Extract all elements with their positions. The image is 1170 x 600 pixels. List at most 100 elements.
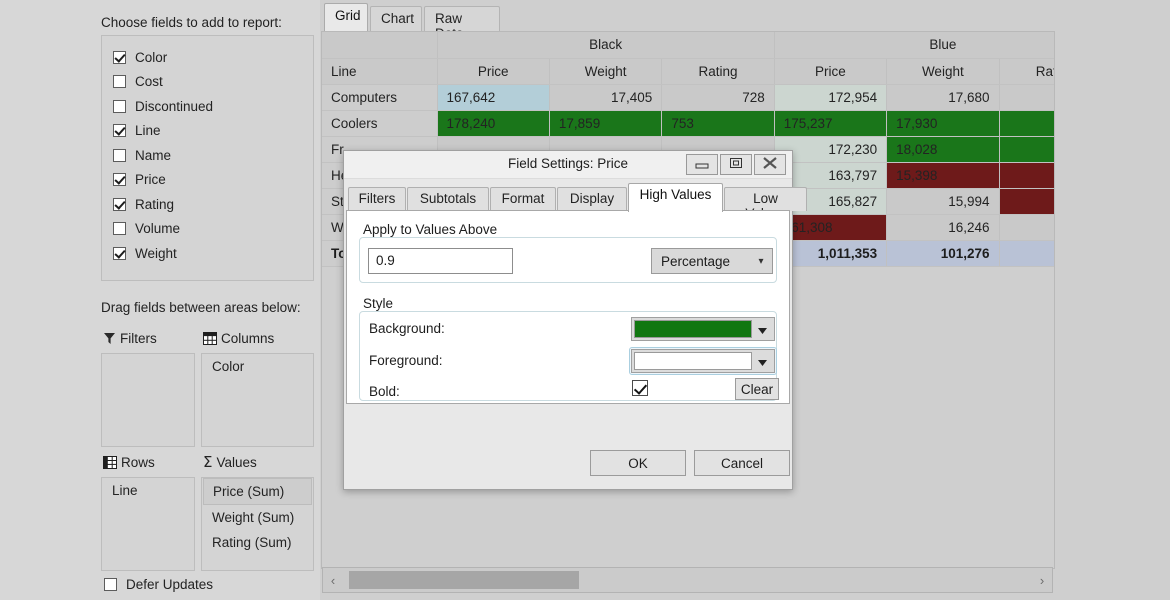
field-checkbox-line[interactable]: [113, 124, 126, 138]
close-button[interactable]: [754, 154, 786, 175]
columns-chip-color[interactable]: Color: [202, 354, 313, 379]
data-cell[interactable]: [999, 214, 1054, 241]
data-cell[interactable]: 17,405: [549, 84, 663, 111]
data-cell[interactable]: 17,859: [549, 110, 663, 137]
values-chip-rating[interactable]: Rating (Sum): [202, 530, 313, 555]
data-cell[interactable]: [999, 84, 1054, 111]
field-checkbox-volume[interactable]: [113, 222, 126, 236]
field-item-color[interactable]: Color: [113, 45, 313, 70]
field-checkbox-rating[interactable]: [113, 197, 126, 211]
header-black-weight[interactable]: Weight: [549, 58, 663, 85]
values-chip-price[interactable]: Price (Sum): [203, 478, 312, 505]
header-black-rating[interactable]: Rating: [661, 58, 775, 85]
row-header-cell[interactable]: Computers: [322, 84, 438, 111]
dialog-tab-subtotals[interactable]: Subtotals: [407, 187, 489, 211]
scrollbar-track[interactable]: [343, 570, 1032, 590]
data-cell[interactable]: [999, 162, 1054, 189]
field-item-rating[interactable]: Rating: [113, 192, 313, 217]
style-section-legend: Style: [363, 296, 394, 311]
field-checkbox-name[interactable]: [113, 148, 126, 162]
data-cell[interactable]: 178,240: [437, 110, 550, 137]
header-blue-rating[interactable]: Rating: [999, 58, 1054, 85]
scrollbar-thumb[interactable]: [349, 571, 579, 589]
data-cell[interactable]: [999, 188, 1054, 215]
header-blue-price[interactable]: Price: [774, 58, 888, 85]
defer-updates-row[interactable]: Defer Updates: [104, 578, 213, 592]
field-item-line[interactable]: Line: [113, 119, 313, 144]
data-cell[interactable]: 15,398: [886, 162, 1000, 189]
threshold-input[interactable]: [368, 248, 513, 274]
field-item-cost[interactable]: Cost: [113, 70, 313, 95]
close-icon: [762, 157, 778, 172]
minimize-button[interactable]: [686, 154, 718, 175]
data-cell[interactable]: 167,642: [437, 84, 550, 111]
table-row[interactable]: Coolers 178,240 17,859 753 175,237 17,930: [322, 110, 1054, 137]
apply-section-legend: Apply to Values Above: [363, 222, 498, 237]
data-cell[interactable]: 18,028: [886, 136, 1000, 163]
field-checkbox-cost[interactable]: [113, 75, 126, 89]
tab-raw-data[interactable]: Raw Data: [424, 6, 500, 41]
threshold-mode-select[interactable]: Percentage ▾: [651, 248, 773, 274]
horizontal-scrollbar[interactable]: ‹ ›: [322, 567, 1053, 593]
dialog-tab-low-values[interactable]: Low Values: [724, 187, 807, 221]
header-black-price[interactable]: Price: [437, 58, 550, 85]
row-header-cell[interactable]: Coolers: [322, 110, 438, 137]
data-cell[interactable]: 4: [999, 240, 1054, 267]
field-checkbox-discontinued[interactable]: [113, 99, 126, 113]
columns-drop-area[interactable]: Color: [201, 353, 314, 447]
application-window: Choose fields to add to report: Color Cos…: [0, 0, 1170, 600]
tab-chart[interactable]: Chart: [370, 6, 422, 32]
restore-button[interactable]: [720, 154, 752, 175]
data-cell[interactable]: 753: [661, 110, 775, 137]
data-cell[interactable]: [999, 110, 1054, 137]
field-checkbox-color[interactable]: [113, 50, 126, 64]
foreground-color-picker[interactable]: [631, 349, 775, 373]
data-cell[interactable]: [999, 136, 1054, 163]
data-cell[interactable]: 728: [661, 84, 775, 111]
data-cell[interactable]: 16,246: [886, 214, 1000, 241]
dialog-tab-display[interactable]: Display: [557, 187, 627, 211]
data-cell[interactable]: 175,237: [774, 110, 888, 137]
ok-button[interactable]: OK: [590, 450, 686, 476]
dialog-tab-high-values[interactable]: High Values: [628, 183, 723, 212]
tab-grid[interactable]: Grid: [324, 3, 368, 32]
data-cell[interactable]: 17,930: [886, 110, 1000, 137]
dialog-tab-filters[interactable]: Filters: [348, 187, 406, 211]
header-blue-weight[interactable]: Weight: [886, 58, 1000, 85]
table-row[interactable]: Computers 167,642 17,405 728 172,954 17,680: [322, 84, 1054, 111]
columns-area-header: Columns: [203, 331, 274, 346]
chevron-down-icon: [752, 354, 772, 369]
field-item-price[interactable]: Price: [113, 168, 313, 193]
field-item-discontinued[interactable]: Discontinued: [113, 94, 313, 119]
field-list-panel: Choose fields to add to report: Color Cos…: [0, 0, 320, 600]
cancel-button[interactable]: Cancel: [694, 450, 790, 476]
field-label: Weight: [135, 245, 177, 261]
field-label: Color: [135, 49, 168, 65]
field-label: Volume: [135, 221, 181, 236]
data-cell[interactable]: 15,994: [886, 188, 1000, 215]
rows-chip-line[interactable]: Line: [102, 478, 194, 503]
field-list: Color Cost Discontinued Line Name Price Rating…: [102, 36, 313, 266]
data-cell[interactable]: 172,954: [774, 84, 888, 111]
data-cell[interactable]: 101,276: [886, 240, 1000, 267]
defer-updates-checkbox[interactable]: [104, 578, 117, 592]
values-chip-weight[interactable]: Weight (Sum): [202, 505, 313, 530]
rows-drop-area[interactable]: Line: [101, 477, 195, 571]
scroll-right-arrow[interactable]: ›: [1032, 573, 1052, 588]
row-field-header[interactable]: Line: [322, 58, 438, 85]
field-label: Price: [135, 172, 166, 187]
dialog-titlebar[interactable]: Field Settings: Price: [344, 151, 792, 179]
field-item-weight[interactable]: Weight: [113, 241, 313, 266]
bold-checkbox[interactable]: [632, 380, 648, 396]
background-color-picker[interactable]: [631, 317, 775, 341]
field-item-volume[interactable]: Volume: [113, 217, 313, 242]
data-cell[interactable]: 17,680: [886, 84, 1000, 111]
field-item-name[interactable]: Name: [113, 143, 313, 168]
field-checkbox-price[interactable]: [113, 173, 126, 187]
dialog-tab-format[interactable]: Format: [490, 187, 556, 211]
filters-drop-area[interactable]: [101, 353, 195, 447]
scroll-left-arrow[interactable]: ‹: [323, 573, 343, 588]
values-drop-area[interactable]: Price (Sum) Weight (Sum) Rating (Sum): [201, 477, 314, 571]
clear-style-button[interactable]: Clear: [735, 378, 779, 400]
field-checkbox-weight[interactable]: [113, 246, 126, 260]
